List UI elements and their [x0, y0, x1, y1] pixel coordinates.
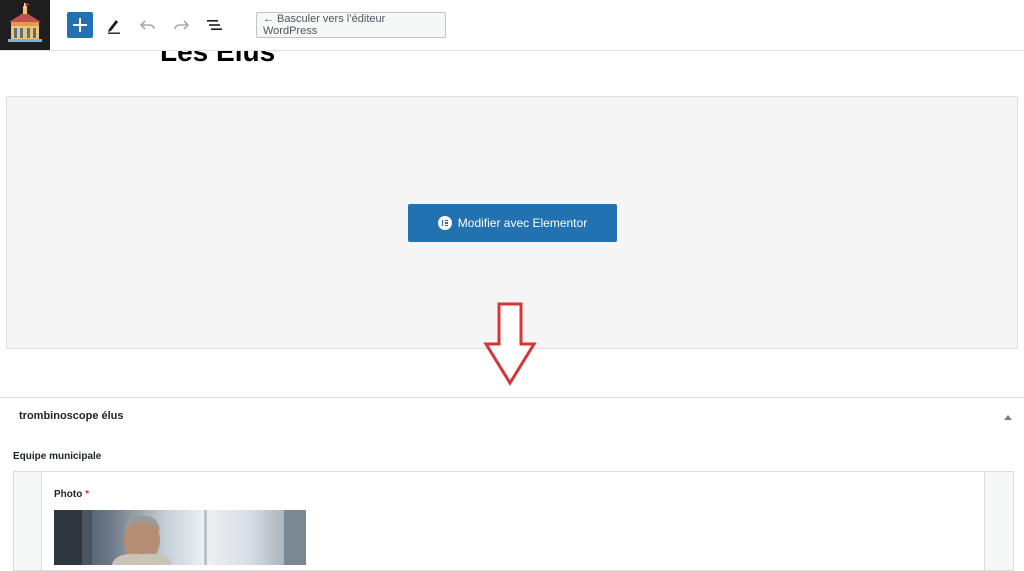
block-inserter-button[interactable]	[67, 12, 93, 38]
edit-with-elementor-button[interactable]: Modifier avec Elementor	[408, 204, 617, 242]
caret-up-icon[interactable]	[1001, 411, 1015, 425]
trombinoscope-metabox: trombinoscope élus Equipe municipale Pho…	[0, 397, 1024, 571]
list-view-icon[interactable]	[205, 15, 225, 35]
editor-toolbar: ← Basculer vers l’éditeur WordPress	[0, 0, 1024, 51]
edit-with-elementor-label: Modifier avec Elementor	[457, 216, 588, 230]
required-marker: *	[85, 489, 90, 500]
down-arrow-icon	[483, 302, 537, 386]
repeater-row-handle[interactable]	[14, 472, 42, 570]
equipe-municipale-label: Equipe municipale	[13, 451, 102, 462]
equipe-repeater: Photo *	[13, 471, 1014, 571]
metabox-title[interactable]: trombinoscope élus	[19, 410, 124, 422]
pencil-icon[interactable]	[104, 15, 124, 35]
switch-to-wordpress-editor-button[interactable]: ← Basculer vers l’éditeur WordPress	[256, 12, 446, 38]
plus-icon	[73, 18, 87, 32]
castle-icon	[8, 3, 42, 42]
photo-field-label: Photo *	[54, 489, 89, 500]
site-logo[interactable]	[0, 0, 50, 50]
undo-icon[interactable]	[138, 15, 158, 35]
elementor-icon	[437, 216, 452, 230]
portrait-photo	[54, 510, 306, 565]
redo-icon[interactable]	[171, 15, 191, 35]
photo-image[interactable]	[54, 510, 306, 565]
photo-label-text: Photo	[54, 489, 83, 500]
repeater-row-actions[interactable]	[984, 472, 1013, 570]
